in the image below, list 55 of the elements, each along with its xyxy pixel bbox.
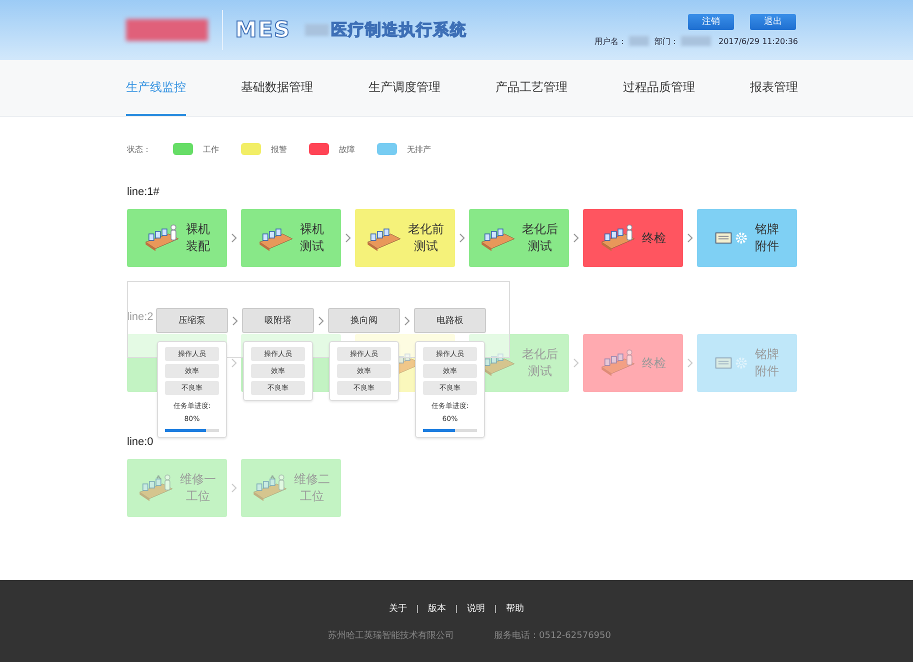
chevron-icon [573, 233, 579, 243]
line-label: line:0 [127, 436, 154, 450]
process-step-button[interactable]: 压缩泵 [156, 308, 228, 333]
header-button[interactable]: 注销 [688, 14, 734, 30]
station-card[interactable]: 老化后 测试 [469, 209, 569, 267]
workstation-drawing [138, 474, 174, 502]
footer-link[interactable]: 版本 [428, 602, 446, 615]
station-card[interactable]: 老化前 测试 [355, 209, 455, 267]
chevron-icon [404, 316, 410, 326]
workstation-drawing [600, 224, 636, 252]
station-card[interactable]: 裸机 测试 [241, 209, 341, 267]
nav-tab[interactable]: 报表管理 [750, 60, 798, 116]
station-card[interactable]: 裸机 装配 [127, 209, 227, 267]
legend-text: 工作 [203, 144, 219, 154]
chevron-icon [232, 316, 238, 326]
legend-label: 状态： [127, 144, 151, 154]
nav-tab[interactable]: 基础数据管理 [241, 60, 314, 116]
chevron-icon [231, 233, 237, 243]
product-name: MES [235, 18, 291, 42]
workstation-drawing [144, 224, 180, 252]
department-label: 部门： [654, 36, 678, 46]
footer-link[interactable]: 关于 [389, 602, 407, 615]
process-step-button[interactable]: 换向阀 [328, 308, 400, 333]
service-phone: 服务电话：0512-62576950 [494, 630, 611, 642]
footer-link[interactable]: 说明 [467, 602, 485, 615]
nav-tab[interactable]: 过程品质管理 [622, 60, 695, 116]
workstation-drawing [252, 474, 288, 502]
chevron-icon [687, 233, 693, 243]
chevron-icon [318, 316, 324, 326]
footer-link[interactable]: 帮助 [506, 602, 524, 615]
system-title: 医疗制造执行系统 [330, 20, 467, 40]
legend-text: 报警 [271, 144, 287, 154]
chevron-icon [231, 483, 237, 493]
redacted-block [680, 36, 710, 46]
datetime-text: 2017/6/29 11:20:36 [718, 36, 798, 46]
station-card[interactable]: 铭牌 附件 [697, 209, 797, 267]
header-button[interactable]: 退出 [750, 14, 796, 30]
redacted-block [304, 24, 329, 36]
process-step-button[interactable]: 吸附塔 [242, 308, 314, 333]
chevron-icon [459, 233, 465, 243]
nav-tab[interactable]: 生产调度管理 [368, 60, 440, 116]
chevron-icon [345, 233, 351, 243]
station-card[interactable]: 终检 [583, 209, 683, 267]
process-step-button[interactable]: 电路板 [414, 308, 486, 333]
line-label: line:1# [127, 186, 160, 200]
legend-text: 故障 [339, 144, 355, 154]
chevron-icon [687, 358, 693, 368]
redacted-block [628, 36, 648, 46]
legend-text: 无排产 [407, 144, 431, 154]
chevron-icon [231, 358, 237, 368]
chevron-icon [573, 358, 579, 368]
user-label: 用户名： [594, 36, 626, 46]
workstation-drawing [600, 349, 636, 377]
nav-tab[interactable]: 产品工艺管理 [496, 60, 568, 116]
company-name: 苏州哈工英瑞智能技术有限公司 [328, 630, 454, 642]
